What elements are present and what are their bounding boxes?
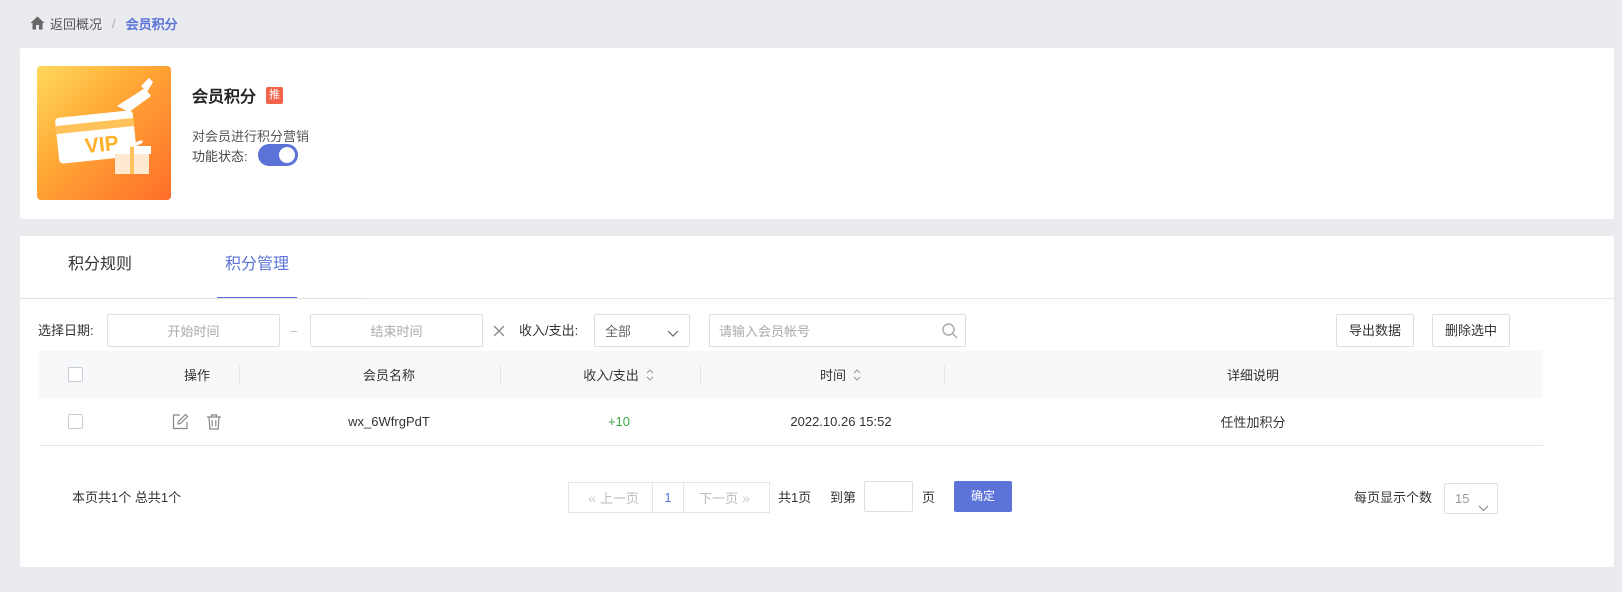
page-summary: 本页共1个 总共1个 [72,490,182,505]
confirm-goto-button[interactable]: 确定 [954,481,1012,512]
header-desc: 详细说明 [1226,368,1279,383]
prev-page-label: 上一页 [599,491,639,506]
header-time-label: 时间 [819,368,846,383]
chevron-down-icon [1478,494,1489,512]
record-description: 任性加积分 [1220,415,1286,430]
member-name: wx_6WfrgPdT [348,414,430,429]
delete-selected-button[interactable]: 删除选中 [1432,314,1510,347]
header-time[interactable]: 时间 [719,351,963,398]
recommend-badge: 推 [266,86,284,104]
trash-icon[interactable] [205,413,223,431]
sort-icon[interactable] [645,368,655,382]
date-separator: – [290,323,298,338]
sort-icon[interactable] [852,368,862,382]
io-select-value: 全部 [605,324,632,339]
goto-page-input[interactable] [864,481,913,512]
io-label: 收入/支出: [519,323,579,338]
goto-label: 到第 [830,490,857,505]
plugin-card: VIP 会员积分 推 对会员进行积分营销 功能状态: [20,48,1614,219]
search-icon[interactable] [941,322,959,340]
breadcrumb-current: 会员积分 [125,16,178,32]
search-placeholder: 请输入会员帐号 [719,324,811,339]
header-op: 操作 [183,368,210,383]
page-unit: 页 [922,490,936,505]
chevron-down-icon [667,326,679,337]
row-checkbox[interactable] [67,414,83,429]
points-table: 操作 会员名称 收入/支出 时间 详细说明 wx_6WfrgPdT +10 20… [39,351,1543,446]
home-icon[interactable] [30,16,45,30]
table-header: 操作 会员名称 收入/支出 时间 详细说明 [39,351,1543,398]
breadcrumb-back-link[interactable]: 返回概况 [50,14,102,33]
select-all-checkbox[interactable] [67,367,83,382]
tab-bar: 积分规则 积分管理 [20,236,1614,299]
breadcrumb-separator: / [112,15,116,31]
tab-underline [20,298,365,299]
start-date-input[interactable]: 开始时间 [107,314,280,347]
per-page-value: 15 [1455,491,1470,506]
double-chevron-right-icon: » [742,489,750,506]
record-time: 2022.10.26 15:52 [790,414,892,429]
page-number-1[interactable]: 1 [652,482,684,513]
export-data-button[interactable]: 导出数据 [1336,314,1414,347]
points-management-panel: 积分规则 积分管理 选择日期: 开始时间 – 结束时间 收入/支出: 全部 请输… [20,236,1614,567]
filter-bar: 选择日期: 开始时间 – 结束时间 收入/支出: 全部 请输入会员帐号 导出数据… [20,314,1614,348]
header-name: 会员名称 [362,368,415,383]
io-type-select[interactable]: 全部 [594,314,690,347]
tab-points-management[interactable]: 积分管理 [217,236,297,299]
date-label: 选择日期: [38,323,94,338]
toggle-knob [278,147,295,163]
edit-icon[interactable] [171,413,189,431]
tab-points-rules[interactable]: 积分规则 [65,236,135,299]
io-amount: +10 [607,414,631,429]
total-pages: 共1页 [778,490,812,505]
header-io-label: 收入/支出 [583,368,639,383]
clear-date-icon[interactable] [490,322,508,340]
prev-page-button[interactable]: « 上一页 [568,482,654,513]
pagination: 本页共1个 总共1个 « 上一页 1 下一页 » 共1页 到第 页 确定 每页显… [20,481,1614,515]
vip-card-illustration: VIP [37,66,171,200]
double-chevron-left-icon: « [588,489,596,506]
next-page-label: 下一页 [699,491,739,506]
plugin-description: 对会员进行积分营销 [192,129,310,144]
next-page-button[interactable]: 下一页 » [684,482,770,513]
status-label: 功能状态: [192,148,248,164]
header-io[interactable]: 收入/支出 [519,351,719,398]
plugin-title: 会员积分 [192,89,257,106]
per-page-label: 每页显示个数 [1354,490,1433,505]
table-row: wx_6WfrgPdT +10 2022.10.26 15:52 任性加积分 [39,398,1543,446]
feature-status-toggle[interactable] [257,144,298,166]
member-search-input[interactable]: 请输入会员帐号 [709,314,966,347]
end-date-input[interactable]: 结束时间 [310,314,483,347]
vip-text: VIP [84,132,120,158]
per-page-select[interactable]: 15 [1444,483,1498,514]
breadcrumb: 返回概况 / 会员积分 [30,13,178,33]
